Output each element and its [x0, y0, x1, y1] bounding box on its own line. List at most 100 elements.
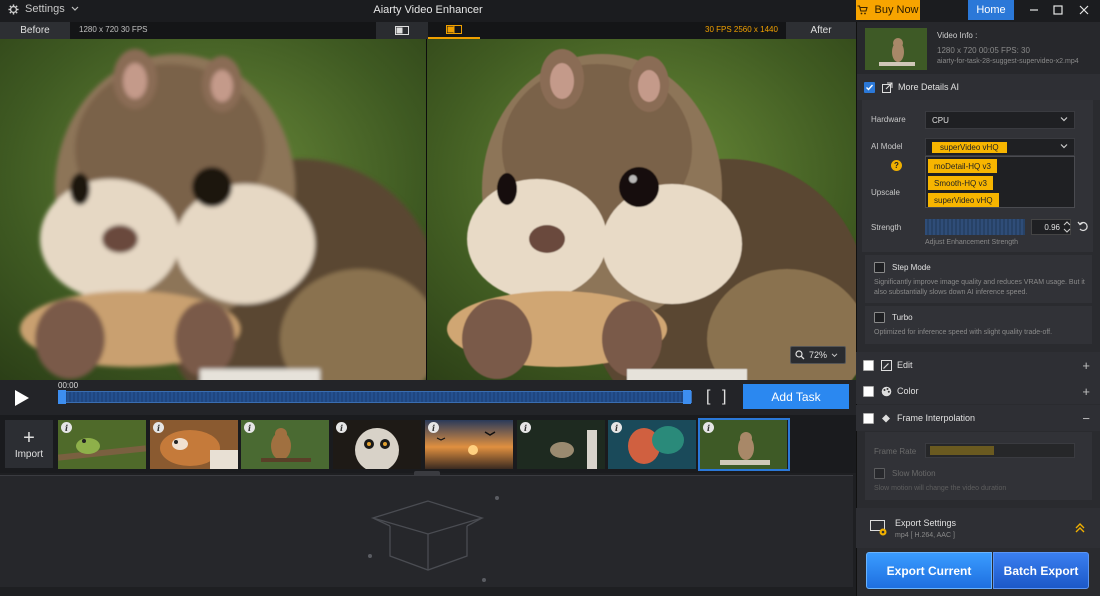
ai-model-option[interactable]: moDetail-HQ v3: [928, 159, 997, 173]
chevron-down-icon: [831, 352, 838, 357]
timeline-track[interactable]: [58, 391, 692, 403]
frame-rate-value: [930, 446, 994, 455]
task-drop-area[interactable]: [0, 475, 853, 587]
strength-label: Strength: [871, 223, 902, 232]
thumbnail-item[interactable]: i: [58, 420, 146, 469]
strength-value: 0.96: [1044, 222, 1060, 232]
ai-model-option[interactable]: superVideo vHQ: [928, 193, 999, 207]
frame-interpolation-checkbox[interactable]: [863, 412, 874, 424]
color-section-header[interactable]: Color +: [856, 378, 1100, 404]
palette-icon: [881, 386, 892, 396]
thumbnail-item[interactable]: i: [608, 420, 696, 469]
thumbnail-item[interactable]: i: [333, 420, 421, 469]
edit-label: Edit: [897, 360, 913, 370]
info-icon[interactable]: i: [61, 422, 72, 433]
ai-model-select[interactable]: superVideo vHQ: [925, 138, 1075, 156]
plus-icon: +: [23, 426, 35, 449]
preview-area[interactable]: [0, 39, 856, 380]
play-button[interactable]: [10, 387, 32, 409]
ai-model-option[interactable]: Smooth-HQ v3: [928, 176, 993, 190]
home-button[interactable]: Home: [968, 0, 1014, 20]
export-settings-description: mp4 [ H.264, AAC ]: [895, 532, 955, 539]
frame-rate-label: Frame Rate: [874, 447, 917, 456]
collapse-icon[interactable]: −: [1082, 411, 1090, 426]
title-bar: Settings Aiarty Video Enhancer Buy Now H…: [0, 0, 1100, 22]
single-view-toggle[interactable]: [376, 22, 428, 39]
current-time: 00:00: [58, 381, 79, 390]
color-label: Color: [897, 386, 919, 396]
stepper-icon[interactable]: [1063, 220, 1071, 234]
before-tab[interactable]: Before: [0, 22, 70, 39]
maximize-icon: [1053, 5, 1063, 15]
video-info-meta: 1280 x 720 00:05 FPS: 30: [937, 46, 1030, 55]
turbo-label: Turbo: [892, 313, 913, 322]
frame-interpolation-section-header[interactable]: Frame Interpolation −: [856, 405, 1100, 431]
close-button[interactable]: [1074, 2, 1094, 18]
frame-interpolation-label: Frame Interpolation: [897, 413, 976, 423]
chipmunk-after-image: [427, 39, 856, 380]
edit-checkbox[interactable]: [863, 359, 874, 371]
thumbnail-item-selected[interactable]: i: [698, 418, 790, 471]
info-icon[interactable]: i: [611, 422, 622, 433]
thumbnail-item[interactable]: i: [150, 420, 238, 469]
chevron-down-icon: [1060, 144, 1068, 149]
thumbnail-item[interactable]: i: [241, 420, 329, 469]
chipmunk-mini-image: [865, 28, 927, 70]
trim-end-handle[interactable]: [683, 390, 691, 404]
strength-slider[interactable]: [925, 219, 1025, 235]
info-icon[interactable]: i: [520, 422, 531, 433]
batch-export-button[interactable]: Batch Export: [993, 552, 1089, 589]
trim-start-handle[interactable]: [58, 390, 66, 404]
info-icon[interactable]: i: [153, 422, 164, 433]
more-details-checkbox[interactable]: [864, 81, 875, 93]
video-info-card: Video Info : 1280 x 720 00:05 FPS: 30 ai…: [857, 22, 1100, 76]
color-checkbox[interactable]: [863, 385, 874, 397]
enhance-icon: [882, 82, 893, 93]
after-resolution: 30 FPS 2560 x 1440: [705, 25, 778, 34]
reset-icon[interactable]: [1077, 221, 1089, 232]
cart-icon: [857, 5, 869, 15]
frame-rate-select[interactable]: [925, 443, 1075, 458]
slow-motion-checkbox[interactable]: [874, 468, 885, 479]
turbo-checkbox[interactable]: [874, 312, 885, 323]
expand-icon[interactable]: +: [1082, 358, 1090, 373]
close-icon: [1079, 5, 1089, 15]
after-tab[interactable]: After: [786, 22, 856, 39]
after-preview: [427, 39, 856, 380]
export-current-button[interactable]: Export Current: [866, 552, 992, 589]
info-icon[interactable]: i: [244, 422, 255, 433]
edit-icon: [881, 359, 892, 371]
info-icon[interactable]: i: [336, 422, 347, 433]
video-info-filename: aiarty-for-task-28-suggest-supervideo-x2…: [937, 58, 1079, 65]
mark-out-button[interactable]: ]: [722, 388, 726, 406]
import-button[interactable]: + Import: [5, 420, 53, 468]
double-chevron-up-icon[interactable]: [1075, 522, 1085, 534]
info-icon[interactable]: i: [703, 422, 714, 433]
export-settings-section[interactable]: Export Settings mp4 [ H.264, AAC ]: [856, 508, 1100, 548]
hardware-select[interactable]: CPU: [925, 111, 1075, 129]
mark-in-button[interactable]: [: [706, 388, 710, 406]
help-icon[interactable]: ?: [891, 160, 902, 171]
split-view-toggle[interactable]: [428, 22, 480, 39]
ai-model-value: superVideo vHQ: [932, 141, 1007, 153]
chevron-down-icon: [1060, 117, 1068, 122]
ai-model-dropdown: moDetail-HQ v3 Smooth-HQ v3 superVideo v…: [925, 156, 1075, 208]
hardware-label: Hardware: [871, 115, 906, 124]
minimize-button[interactable]: [1024, 2, 1044, 18]
slow-motion-label: Slow Motion: [892, 469, 936, 478]
add-task-button[interactable]: Add Task: [743, 384, 849, 409]
info-icon[interactable]: i: [428, 422, 439, 433]
thumbnail-item[interactable]: i: [425, 420, 513, 469]
slow-motion-description: Slow motion will change the video durati…: [874, 485, 1007, 492]
step-mode-checkbox[interactable]: [874, 262, 885, 273]
video-info-thumbnail: [865, 28, 927, 70]
edit-section-header[interactable]: Edit +: [856, 352, 1100, 378]
expand-icon[interactable]: +: [1082, 384, 1090, 399]
window-title: Aiarty Video Enhancer: [373, 4, 483, 16]
thumbnail-item[interactable]: i: [517, 420, 605, 469]
buy-now-button[interactable]: Buy Now: [856, 0, 920, 20]
zoom-control[interactable]: 72%: [790, 346, 846, 364]
import-label: Import: [14, 448, 44, 460]
more-details-section-header[interactable]: More Details AI: [857, 74, 1100, 100]
maximize-button[interactable]: [1048, 2, 1068, 18]
